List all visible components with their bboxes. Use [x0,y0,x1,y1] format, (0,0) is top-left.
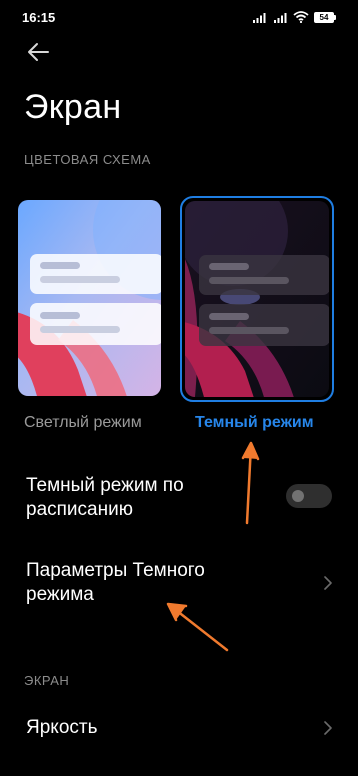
dark-mode-params-row[interactable]: Параметры Темного режима [0,552,358,612]
dark-mode-schedule-toggle[interactable] [286,484,332,508]
chevron-right-icon [324,576,332,590]
light-mode-card[interactable] [16,196,170,402]
back-arrow-icon[interactable] [26,40,52,64]
chevron-right-icon-2 [324,721,332,735]
dark-mode-preview [185,201,329,397]
signal-icon-2 [274,12,287,23]
signal-icon [253,12,266,23]
toggle-knob [292,490,304,502]
brightness-row[interactable]: Яркость [0,704,358,750]
battery-level: 54 [314,11,334,23]
dark-mode-params-label: Параметры Темного режима [26,560,205,605]
status-bar: 16:15 54 [0,0,358,34]
section-label-screen: ЭКРАН [24,673,70,688]
dark-mode-label[interactable]: Темный режим [195,414,314,432]
wifi-icon [293,11,309,23]
status-time: 16:15 [22,9,56,25]
battery-icon: 54 [314,11,336,23]
status-icons: 54 [253,11,336,23]
page-title: Экран [24,88,122,126]
dark-mode-card[interactable] [180,196,334,402]
dark-mode-schedule-label: Темный режим по расписанию [26,475,184,520]
light-mode-preview [18,200,161,396]
brightness-label: Яркость [26,717,98,738]
section-label-color-scheme: ЦВЕТОВАЯ СХЕМА [24,152,151,167]
light-mode-label[interactable]: Светлый режим [24,414,142,432]
